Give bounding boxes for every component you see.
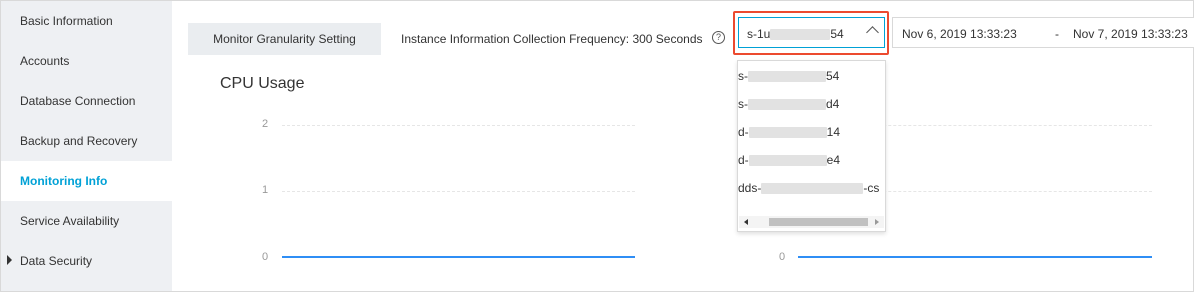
dropdown-option[interactable]: dds- -cs: [738, 178, 879, 198]
chart-series-line: [282, 256, 635, 258]
chevron-up-icon: [866, 26, 879, 39]
y-tick-label: 2: [262, 118, 269, 130]
sidebar-item-label: Database Connection: [20, 94, 136, 108]
sidebar-item-label: Service Availability: [20, 214, 120, 228]
scroll-right-icon[interactable]: [875, 219, 879, 225]
sidebar-item-label: Backup and Recovery: [20, 134, 138, 148]
question-circle-icon[interactable]: ?: [712, 31, 725, 44]
date-separator: -: [1055, 27, 1059, 41]
redacted-text: [770, 29, 831, 41]
y-tick-label: 0: [779, 251, 786, 263]
sidebar-item-monitoring-info[interactable]: Monitoring Info: [1, 161, 172, 201]
date-range-picker[interactable]: Nov 6, 2019 13:33:23 - Nov 7, 2019 13:33…: [892, 17, 1194, 48]
collection-frequency-label: Instance Information Collection Frequenc…: [401, 32, 703, 46]
redacted-text: [748, 70, 826, 82]
y-tick-label: 1: [262, 184, 269, 196]
date-end: Nov 7, 2019 13:33:23: [1073, 27, 1188, 41]
sidebar-item-backup-recovery[interactable]: Backup and Recovery: [1, 121, 172, 161]
gridline: [282, 191, 635, 192]
dropdown-option[interactable]: s- 54: [738, 66, 839, 86]
scrollbar-thumb[interactable]: [769, 218, 868, 226]
sidebar-item-label: Monitoring Info: [20, 174, 108, 188]
sidebar-item-label: Accounts: [20, 54, 70, 68]
sidebar-item-data-security[interactable]: Data Security: [1, 241, 172, 281]
redacted-text: [748, 154, 827, 166]
redacted-text: [761, 182, 864, 194]
redacted-text: [748, 98, 826, 110]
dropdown-option[interactable]: d-e4: [738, 150, 840, 170]
chart-series-line: [798, 256, 1152, 258]
instance-select[interactable]: s-1u 54: [738, 17, 885, 48]
sidebar-item-database-connection[interactable]: Database Connection: [1, 81, 172, 121]
horizontal-scrollbar[interactable]: [739, 216, 884, 228]
instance-select-value: s-1u 54: [747, 27, 844, 41]
sidebar-item-accounts[interactable]: Accounts: [1, 41, 172, 81]
date-start: Nov 6, 2019 13:33:23: [902, 27, 1017, 41]
instance-dropdown: s- 54 s-d4 d- 14 d-e4 dds- -cs: [737, 60, 886, 232]
caret-right-icon[interactable]: [7, 255, 12, 265]
dropdown-option[interactable]: s-d4: [738, 94, 839, 114]
monitor-granularity-button[interactable]: Monitor Granularity Setting: [188, 23, 381, 55]
sidebar-item-basic-information[interactable]: Basic Information: [1, 1, 172, 41]
redacted-text: [748, 126, 827, 138]
dropdown-option[interactable]: d- 14: [738, 122, 840, 142]
scroll-left-icon[interactable]: [744, 219, 748, 225]
gridline: [282, 125, 635, 126]
sidebar-item-label: Basic Information: [20, 14, 113, 28]
sidebar: Basic Information Accounts Database Conn…: [1, 1, 172, 291]
sidebar-item-label: Data Security: [20, 254, 93, 268]
chart-title: CPU Usage: [220, 75, 305, 92]
sidebar-item-service-availability[interactable]: Service Availability: [1, 201, 172, 241]
y-tick-label: 0: [262, 251, 269, 263]
